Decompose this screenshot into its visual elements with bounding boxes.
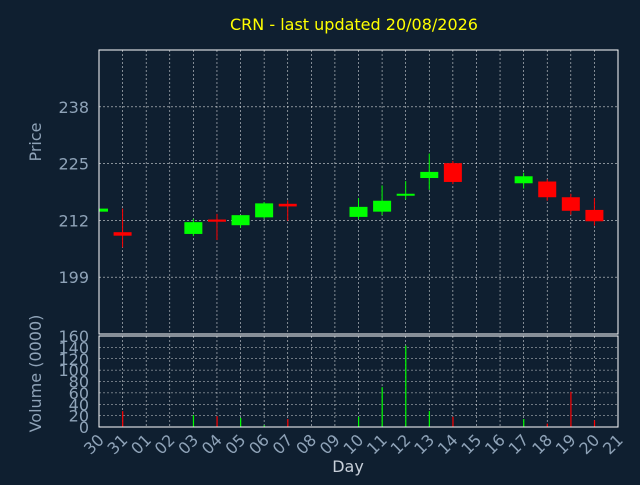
chart-title: CRN - last updated 20/08/2026 bbox=[230, 15, 478, 34]
volume-bar bbox=[570, 391, 572, 427]
candlesticks bbox=[98, 153, 604, 248]
volume-bar bbox=[405, 345, 407, 427]
candle-body bbox=[396, 193, 415, 196]
volume-y-ticks: 020406080100120140160 bbox=[58, 327, 89, 437]
volume-tick-label: 160 bbox=[58, 327, 89, 346]
price-tick-label: 225 bbox=[58, 155, 89, 174]
volume-bar bbox=[428, 411, 430, 427]
candle-body bbox=[255, 203, 274, 218]
candle-body bbox=[538, 181, 557, 198]
candle-body bbox=[349, 206, 368, 217]
price-tick-label: 199 bbox=[58, 268, 89, 287]
stock-chart-svg: CRN - last updated 20/08/2026 199 212 225 2… bbox=[26, 15, 627, 476]
candle-body bbox=[443, 163, 462, 182]
candle-body bbox=[420, 171, 439, 179]
volume-bar bbox=[122, 411, 124, 427]
price-axis-label: Price bbox=[26, 122, 45, 161]
candle-body bbox=[184, 222, 203, 234]
x-tick-label: 21 bbox=[599, 430, 627, 458]
volume-grid bbox=[98, 335, 619, 428]
volume-bar bbox=[216, 416, 218, 427]
candle-body bbox=[585, 209, 604, 222]
x-axis-label: Day bbox=[332, 457, 364, 476]
candle-body bbox=[113, 232, 132, 236]
candle-body bbox=[373, 200, 392, 212]
volume-bar bbox=[452, 416, 454, 427]
candle-body bbox=[207, 219, 226, 222]
candle-body bbox=[278, 203, 297, 207]
candle-body bbox=[231, 215, 250, 226]
day-x-ticks: 3031010203040506070809101112131415161718… bbox=[80, 430, 627, 458]
volume-bar bbox=[287, 419, 289, 427]
volume-bar bbox=[523, 419, 525, 427]
volume-bar bbox=[240, 417, 242, 427]
candle-body bbox=[514, 176, 533, 184]
price-tick-label: 238 bbox=[58, 98, 89, 117]
volume-bar bbox=[593, 420, 596, 427]
volume-bar bbox=[381, 387, 383, 427]
volume-bar bbox=[358, 416, 360, 427]
chart-canvas: CRN - last updated 20/08/2026 199 212 225 2… bbox=[0, 0, 640, 480]
price-tick-label: 212 bbox=[58, 211, 89, 230]
volume-bar bbox=[546, 423, 548, 427]
volume-bar bbox=[192, 415, 195, 427]
volume-axis-label: Volume (0000) bbox=[26, 315, 45, 433]
price-y-ticks: 199 212 225 238 bbox=[58, 98, 89, 287]
candle-body bbox=[99, 208, 108, 212]
candle-body bbox=[561, 197, 580, 211]
